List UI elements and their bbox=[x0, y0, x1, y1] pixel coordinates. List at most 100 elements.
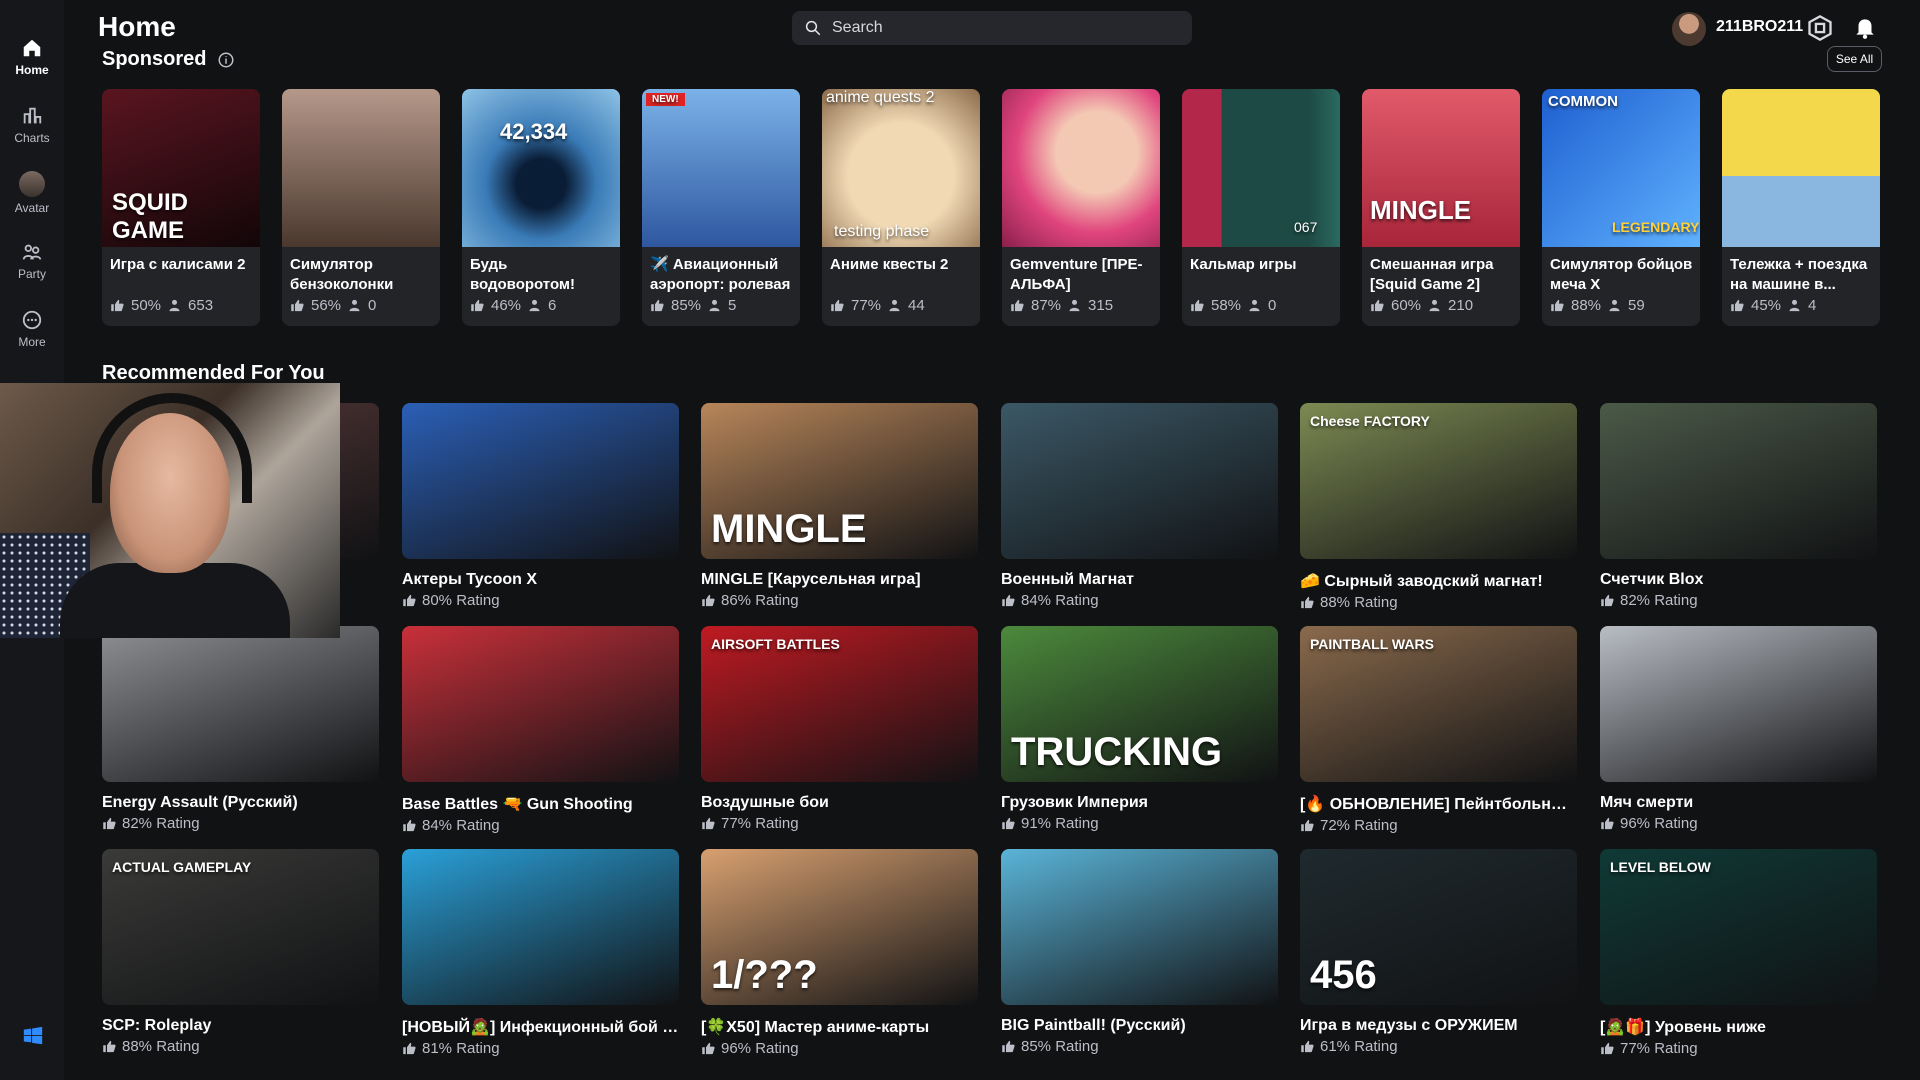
game-card[interactable]: MINGLE MINGLE [Карусельная игра] 86% Ratin… bbox=[701, 403, 978, 609]
sponsored-card[interactable]: Тележка + поездка на машине в... 45% 4 bbox=[1722, 89, 1880, 326]
game-card[interactable]: Актеры Tycoon X 80% Rating bbox=[402, 403, 679, 609]
players-icon bbox=[349, 299, 360, 312]
sponsored-card[interactable]: COMMON LEGENDARY Симулятор бойцов меча X… bbox=[1542, 89, 1700, 326]
game-card[interactable]: Energy Assault (Русский) 82% Rating bbox=[102, 626, 379, 832]
game-card[interactable]: AIRSOFT BATTLES Воздушные бои 77% Rating bbox=[701, 626, 978, 832]
sponsored-card[interactable]: 42,334 Будь водоворотом! 46% 6 bbox=[462, 89, 620, 326]
thumbnail-caption: ACTUAL GAMEPLAY bbox=[112, 859, 252, 875]
players-icon bbox=[1789, 299, 1800, 312]
game-card[interactable]: TRUCKING Грузовик Империя 91% Rating bbox=[1001, 626, 1278, 832]
sidebar-item-charts[interactable]: Charts bbox=[0, 96, 64, 154]
game-card[interactable]: LEVEL BELOW [🧟🎁] Уровень ниже 77% Rating bbox=[1600, 849, 1877, 1057]
game-rating: 88% Rating bbox=[1300, 594, 1577, 611]
game-card[interactable]: Мяч смерти 96% Rating bbox=[1600, 626, 1877, 832]
robux-icon[interactable] bbox=[1806, 14, 1834, 42]
sponsored-card[interactable]: MINGLE Смешанная игра [Squid Game 2] 60%… bbox=[1362, 89, 1520, 326]
players-icon bbox=[1249, 299, 1260, 312]
sponsored-card[interactable]: Симулятор бензоколонки 56% 0 bbox=[282, 89, 440, 326]
game-rating: 72% Rating bbox=[1300, 817, 1577, 834]
see-all-button[interactable]: See All bbox=[1827, 46, 1882, 72]
game-rating: 96% Rating bbox=[1600, 815, 1877, 832]
thumbs-up-icon bbox=[702, 1042, 715, 1055]
players-icon bbox=[1069, 299, 1080, 312]
game-stats: 56% 0 bbox=[290, 297, 376, 314]
game-thumbnail: ACTUAL GAMEPLAY bbox=[102, 849, 379, 1005]
game-thumbnail bbox=[1600, 403, 1877, 559]
sponsored-card[interactable]: NEW! ✈️ Авиационный аэропорт: ролевая 85… bbox=[642, 89, 800, 326]
sidebar-item-home[interactable]: Home bbox=[0, 28, 64, 86]
game-thumbnail: TRUCKING bbox=[1001, 626, 1278, 782]
game-title: MINGLE [Карусельная игра] bbox=[701, 571, 921, 588]
sponsored-card[interactable]: 067 Кальмар игры 58% 0 bbox=[1182, 89, 1340, 326]
game-rating: 81% Rating bbox=[402, 1040, 679, 1057]
sidebar-item-party[interactable]: Party bbox=[0, 232, 64, 290]
game-card[interactable]: 456 Игра в медузы с ОРУЖИЕМ 61% Rating bbox=[1300, 849, 1577, 1055]
game-thumbnail bbox=[1600, 626, 1877, 782]
game-card[interactable]: BIG Paintball! (Русский) 85% Rating bbox=[1001, 849, 1278, 1055]
game-rating: 84% Rating bbox=[402, 817, 679, 834]
sidebar-item-label: Home bbox=[15, 63, 49, 77]
sidebar-item-more[interactable]: More bbox=[0, 300, 64, 358]
thumbnail-caption: TRUCKING bbox=[1011, 730, 1223, 774]
game-thumbnail: NEW! bbox=[642, 89, 800, 247]
game-thumbnail bbox=[1001, 849, 1278, 1005]
game-rating: 61% Rating bbox=[1300, 1038, 1577, 1055]
search-bar[interactable] bbox=[792, 11, 1192, 45]
thumbs-up-icon bbox=[1002, 1040, 1015, 1053]
thumbnail-caption: LEVEL BELOW bbox=[1610, 859, 1711, 875]
game-title: Игра с калисами 2 bbox=[110, 256, 246, 273]
game-card[interactable]: ACTUAL GAMEPLAY SCP: Roleplay 88% Rating bbox=[102, 849, 379, 1055]
game-rating: 82% Rating bbox=[1600, 592, 1877, 609]
game-card[interactable]: Военный Магнат 84% Rating bbox=[1001, 403, 1278, 609]
game-thumbnail: SQUID GAME bbox=[102, 89, 260, 247]
game-thumbnail bbox=[1002, 89, 1160, 247]
thumbs-up-icon bbox=[1731, 299, 1744, 312]
game-title: 🧀 Сырный заводский магнат! bbox=[1300, 573, 1543, 590]
thumbs-up-icon bbox=[702, 817, 715, 830]
game-title: Военный Магнат bbox=[1001, 571, 1134, 588]
thumbs-up-icon bbox=[651, 299, 664, 312]
game-card[interactable]: Cheese FACTORY 🧀 Сырный заводский магнат!… bbox=[1300, 403, 1577, 611]
thumbnail-caption: MINGLE bbox=[711, 507, 867, 551]
game-stats: 77% 44 bbox=[830, 297, 925, 314]
game-title: [НОВЫЙ🧟] Инфекционный бой с... bbox=[402, 1019, 679, 1036]
info-icon[interactable] bbox=[217, 51, 235, 69]
thumbs-up-icon bbox=[1002, 594, 1015, 607]
webcam-overlay bbox=[0, 383, 340, 638]
game-card[interactable]: 1/??? [🍀X50] Мастер аниме-карты 96% Rating bbox=[701, 849, 978, 1057]
game-card[interactable]: [НОВЫЙ🧟] Инфекционный бой с... 81% Rating bbox=[402, 849, 679, 1057]
user-avatar[interactable] bbox=[1672, 12, 1706, 46]
game-title: Воздушные бои bbox=[701, 794, 829, 811]
game-card[interactable]: PAINTBALL WARS [🔥 ОБНОВЛЕНИЕ] Пейнтбольны… bbox=[1300, 626, 1577, 834]
sidebar-item-label: Avatar bbox=[14, 201, 50, 215]
sponsored-card[interactable]: Gemventure [ПРЕ-АЛЬФА] 87% 315 bbox=[1002, 89, 1160, 326]
thumbnail-caption: 1/??? bbox=[711, 953, 818, 997]
sponsored-card[interactable]: SQUID GAME Игра с калисами 2 50% 653 bbox=[102, 89, 260, 326]
game-thumbnail bbox=[102, 626, 379, 782]
thumbs-up-icon bbox=[1371, 299, 1384, 312]
game-title: Будь водоворотом! bbox=[470, 256, 576, 293]
game-rating: 96% Rating bbox=[701, 1040, 978, 1057]
game-stats: 88% 59 bbox=[1550, 297, 1645, 314]
sponsored-card[interactable]: anime quests 2 testing phase Аниме квест… bbox=[822, 89, 980, 326]
bell-icon[interactable] bbox=[1852, 14, 1878, 40]
game-title: Кальмар игры bbox=[1190, 256, 1297, 273]
thumbs-up-icon bbox=[111, 299, 124, 312]
game-thumbnail: 067 bbox=[1182, 89, 1340, 247]
game-thumbnail: anime quests 2 testing phase bbox=[822, 89, 980, 247]
thumbs-up-icon bbox=[1601, 1042, 1614, 1055]
search-icon bbox=[805, 20, 821, 36]
search-input[interactable] bbox=[832, 19, 1172, 37]
thumbs-up-icon bbox=[1301, 819, 1314, 832]
thumbs-up-icon bbox=[1002, 817, 1015, 830]
username[interactable]: 211BRO211 bbox=[1716, 18, 1803, 36]
game-card[interactable]: Счетчик Blox 82% Rating bbox=[1600, 403, 1877, 609]
thumbs-up-icon bbox=[1601, 594, 1614, 607]
game-thumbnail: MINGLE bbox=[1362, 89, 1520, 247]
sidebar-item-avatar[interactable]: Avatar bbox=[0, 164, 64, 222]
game-card[interactable]: Base Battles 🔫 Gun Shooting 84% Rating bbox=[402, 626, 679, 834]
charts-icon bbox=[23, 107, 42, 124]
thumbnail-caption: Cheese FACTORY bbox=[1310, 413, 1430, 429]
players-icon bbox=[169, 299, 180, 312]
game-stats: 46% 6 bbox=[470, 297, 556, 314]
